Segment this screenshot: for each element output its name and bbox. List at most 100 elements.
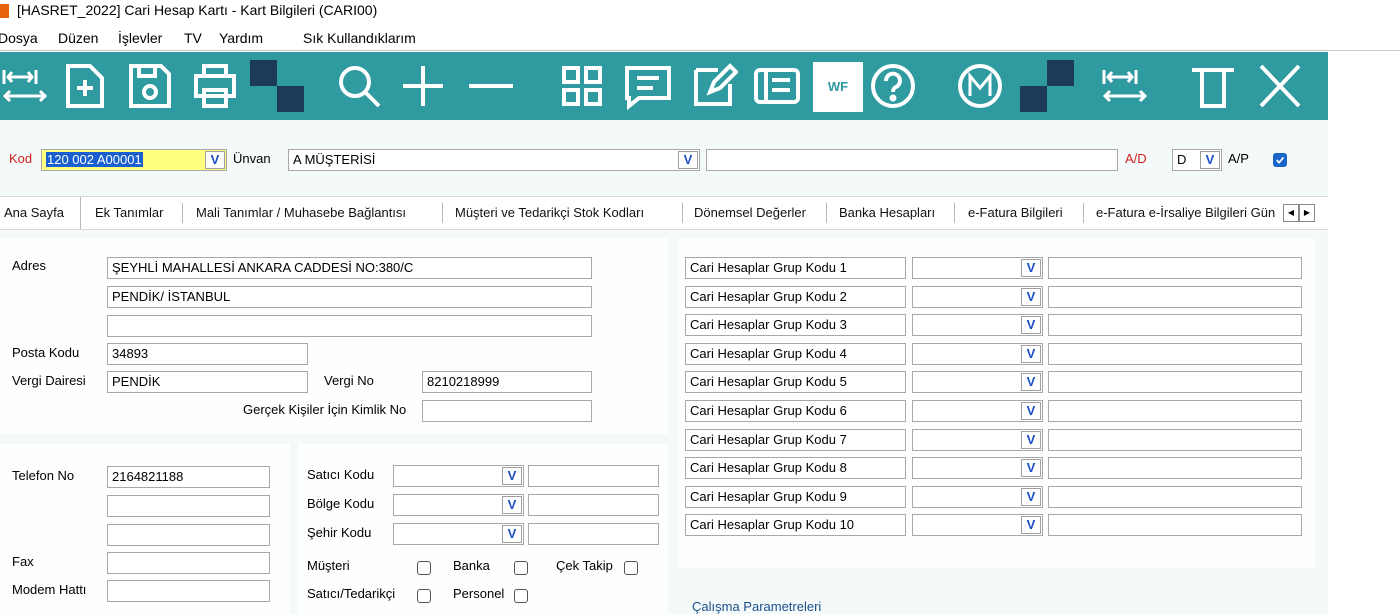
group-code-desc-field[interactable] <box>1048 400 1302 422</box>
help-icon[interactable] <box>868 62 918 110</box>
group-code-desc-field[interactable] <box>1048 314 1302 337</box>
print-icon[interactable] <box>190 62 240 110</box>
new-document-icon[interactable] <box>60 62 110 110</box>
telefon1-field[interactable]: 2164821188 <box>107 466 270 488</box>
bolge-kodu-desc-field[interactable] <box>528 494 659 516</box>
group-code-desc-field[interactable] <box>1048 342 1302 365</box>
group-code-field[interactable]: V <box>912 428 1043 451</box>
comment-icon[interactable] <box>623 62 673 111</box>
vergi-dairesi-field[interactable]: PENDİK <box>107 371 308 393</box>
tab-donemsel-degerler[interactable]: Dönemsel Değerler <box>694 205 806 220</box>
group-code-dropdown-button[interactable]: V <box>1021 402 1041 420</box>
group-code-desc-field[interactable] <box>1048 428 1302 451</box>
list-icon[interactable] <box>752 62 802 110</box>
unvan-dropdown-button[interactable]: V <box>678 151 698 169</box>
grid-icon[interactable] <box>558 62 608 110</box>
menu-tv[interactable]: TV <box>184 30 202 46</box>
remove-icon[interactable] <box>465 62 515 110</box>
modem-label: Modem Hattı <box>12 582 87 597</box>
group-code-field[interactable]: V <box>912 314 1043 337</box>
first-last-icon[interactable] <box>0 62 50 110</box>
group-code-desc-field[interactable] <box>1048 257 1302 279</box>
adres-line2-field[interactable]: PENDİK/ İSTANBUL <box>107 286 592 308</box>
group-code-field[interactable]: V <box>912 514 1043 537</box>
satici-tedarikci-checkbox[interactable] <box>417 589 431 603</box>
group-code-dropdown-button[interactable]: V <box>1021 287 1041 306</box>
tab-banka-hesaplari[interactable]: Banka Hesapları <box>839 205 935 220</box>
tab-stok-kodlari[interactable]: Müşteri ve Tedarikçi Stok Kodları <box>455 205 644 220</box>
m-circle-icon[interactable] <box>955 62 1005 110</box>
banka-checkbox[interactable] <box>514 561 528 575</box>
kimlik-no-field[interactable] <box>422 400 592 422</box>
group-code-field[interactable]: V <box>912 342 1043 365</box>
ad-field[interactable]: D V <box>1172 149 1222 171</box>
group-code-dropdown-button[interactable]: V <box>1021 487 1041 506</box>
tab-ek-tanimlar[interactable]: Ek Tanımlar <box>95 205 163 220</box>
tab-efatura-bilgileri[interactable]: e-Fatura Bilgileri <box>968 205 1063 220</box>
adres-line3-field[interactable] <box>107 315 592 337</box>
musteri-checkbox[interactable] <box>417 561 431 575</box>
unvan2-field[interactable] <box>706 149 1118 171</box>
sehir-kodu-dropdown-button[interactable]: V <box>502 525 522 543</box>
tab-ana-sayfa[interactable]: Ana Sayfa <box>4 205 64 220</box>
group-code-field[interactable]: V <box>912 371 1043 394</box>
satici-kodu-field[interactable]: V <box>393 465 524 487</box>
telefon2-field[interactable] <box>107 495 270 517</box>
telefon3-field[interactable] <box>107 524 270 546</box>
ap-checkbox[interactable] <box>1273 153 1287 167</box>
group-code-dropdown-button[interactable]: V <box>1021 430 1041 449</box>
group-code-dropdown-button[interactable]: V <box>1021 316 1041 335</box>
tab-scroll-left-icon[interactable]: ◀ <box>1283 204 1299 222</box>
first-last-icon-2[interactable] <box>1100 62 1150 110</box>
delete-icon[interactable] <box>1188 62 1238 110</box>
group-code-desc-field[interactable] <box>1048 485 1302 508</box>
satici-kodu-desc-field[interactable] <box>528 465 659 487</box>
group-code-dropdown-button[interactable]: V <box>1021 459 1041 478</box>
modem-field[interactable] <box>107 580 270 602</box>
group-code-desc-field[interactable] <box>1048 514 1302 537</box>
menu-yardim[interactable]: Yardım <box>219 30 263 46</box>
adres-line1-field[interactable]: ŞEYHLİ MAHALLESİ ANKARA CADDESİ NO:380/C <box>107 257 592 279</box>
kod-dropdown-button[interactable]: V <box>205 151 225 169</box>
satici-kodu-dropdown-button[interactable]: V <box>502 467 522 485</box>
edit-icon[interactable] <box>688 62 739 110</box>
fax-field[interactable] <box>107 552 270 574</box>
unvan-field[interactable]: A MÜŞTERİSİ V <box>288 149 700 171</box>
group-code-field[interactable]: V <box>912 257 1043 279</box>
kod-field[interactable]: 120 002 A00001 V <box>41 149 227 171</box>
group-code-field[interactable]: V <box>912 485 1043 508</box>
group-code-field[interactable]: V <box>912 400 1043 422</box>
group-code-dropdown-button[interactable]: V <box>1021 373 1041 392</box>
workflow-button[interactable]: WF <box>813 62 863 112</box>
bolge-kodu-field[interactable]: V <box>393 494 524 516</box>
menu-islevler[interactable]: İşlevler <box>118 30 162 46</box>
group-code-label: Cari Hesaplar Grup Kodu 5 <box>685 371 906 394</box>
group-code-desc-field[interactable] <box>1048 285 1302 308</box>
posta-kodu-field[interactable]: 34893 <box>107 343 308 365</box>
group-code-dropdown-button[interactable]: V <box>1021 259 1041 277</box>
vergi-dairesi-label: Vergi Dairesi <box>12 373 86 388</box>
group-code-field[interactable]: V <box>912 457 1043 480</box>
add-icon[interactable] <box>398 62 448 110</box>
menu-sik-kullandiklarim[interactable]: Sık Kullandıklarım <box>303 30 416 46</box>
menu-dosya[interactable]: Dosya <box>0 30 38 46</box>
tab-mali-tanimlar[interactable]: Mali Tanımlar / Muhasebe Bağlantısı <box>196 205 406 220</box>
personel-checkbox[interactable] <box>514 589 528 603</box>
close-icon[interactable] <box>1255 62 1305 110</box>
sehir-kodu-field[interactable]: V <box>393 523 524 545</box>
bolge-kodu-dropdown-button[interactable]: V <box>502 496 522 514</box>
save-icon[interactable] <box>125 62 175 110</box>
group-code-dropdown-button[interactable]: V <box>1021 516 1041 535</box>
ad-dropdown-button[interactable]: V <box>1200 151 1220 169</box>
group-code-field[interactable]: V <box>912 285 1043 308</box>
search-icon[interactable] <box>335 62 385 110</box>
group-code-desc-field[interactable] <box>1048 371 1302 394</box>
menu-duzen[interactable]: Düzen <box>58 30 98 46</box>
tab-efatura-eirsaliye[interactable]: e-Fatura e-İrsaliye Bilgileri Gün <box>1096 205 1275 220</box>
tab-scroll-right-icon[interactable]: ▶ <box>1299 204 1315 222</box>
vergi-no-field[interactable]: 8210218999 <box>422 371 592 393</box>
group-code-desc-field[interactable] <box>1048 457 1302 480</box>
group-code-dropdown-button[interactable]: V <box>1021 344 1041 363</box>
cek-takip-checkbox[interactable] <box>624 561 638 575</box>
sehir-kodu-desc-field[interactable] <box>528 523 659 545</box>
